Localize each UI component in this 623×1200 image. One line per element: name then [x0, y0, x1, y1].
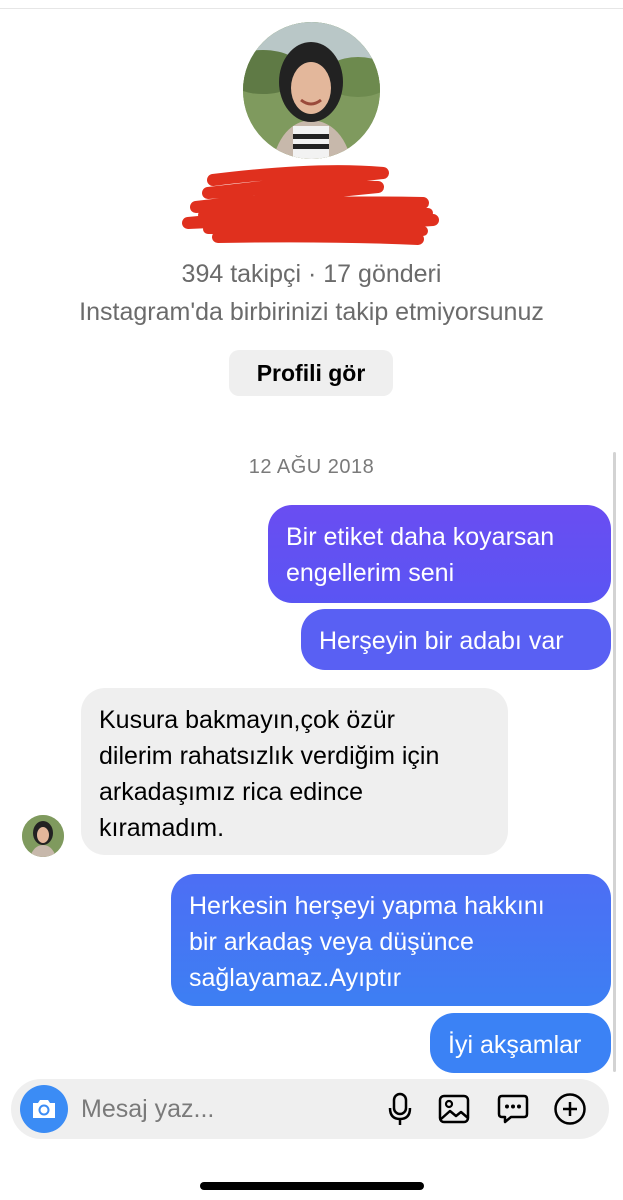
message-composer	[11, 1079, 609, 1139]
message-line: Herşeyin bir adabı var	[319, 627, 564, 655]
plus-icon	[554, 1093, 586, 1125]
profile-avatar[interactable]	[243, 22, 380, 159]
outgoing-message[interactable]: Herkesin herşeyi yapma hakkını bir arkad…	[171, 874, 611, 1006]
gallery-icon	[438, 1094, 470, 1124]
message-line: Kusura bakmayın,çok özür	[99, 706, 395, 734]
view-profile-button[interactable]: Profili gör	[229, 350, 393, 396]
outgoing-message[interactable]: İyi akşamlar	[430, 1013, 611, 1073]
microphone-icon	[388, 1092, 412, 1125]
sender-avatar[interactable]	[22, 815, 64, 857]
home-indicator[interactable]	[200, 1182, 424, 1190]
microphone-button[interactable]	[382, 1091, 418, 1127]
outgoing-message[interactable]: Herşeyin bir adabı var	[301, 609, 611, 670]
message-line: sağlayamaz.Ayıptır	[189, 964, 402, 992]
message-line: kıramadım.	[99, 814, 225, 842]
mutual-follow-text: Instagram'da birbirinizi takip etmiyorsu…	[79, 298, 544, 326]
add-button[interactable]	[552, 1091, 588, 1127]
profile-stats: 394 takipçi · 17 gönderi	[181, 260, 442, 288]
message-line: engellerim seni	[286, 559, 455, 587]
message-input[interactable]	[81, 1093, 341, 1125]
thread-date: 12 AĞU 2018	[248, 456, 375, 478]
gallery-button[interactable]	[436, 1091, 472, 1127]
message-line: İyi akşamlar	[448, 1031, 582, 1059]
message-line: Bir etiket daha koyarsan	[286, 523, 555, 551]
message-line: dilerim rahatsızlık verdiğim için	[99, 742, 440, 770]
camera-button[interactable]	[20, 1085, 68, 1133]
redaction-scribble	[182, 165, 439, 245]
sticker-icon	[497, 1094, 529, 1124]
message-line: bir arkadaş veya düşünce	[189, 928, 474, 956]
outgoing-message[interactable]: Bir etiket daha koyarsan engellerim seni	[268, 505, 611, 603]
sender-photo	[22, 815, 64, 857]
message-line: Herkesin herşeyi yapma hakkını	[189, 892, 545, 920]
message-line: arkadaşımız rica edince	[99, 778, 364, 806]
incoming-message[interactable]: Kusura bakmayın,çok özür dilerim rahatsı…	[81, 688, 508, 855]
scrollbar[interactable]	[613, 452, 616, 1072]
header-divider	[0, 8, 623, 9]
sticker-button[interactable]	[495, 1091, 531, 1127]
camera-icon	[33, 1100, 55, 1118]
profile-photo	[243, 22, 380, 159]
